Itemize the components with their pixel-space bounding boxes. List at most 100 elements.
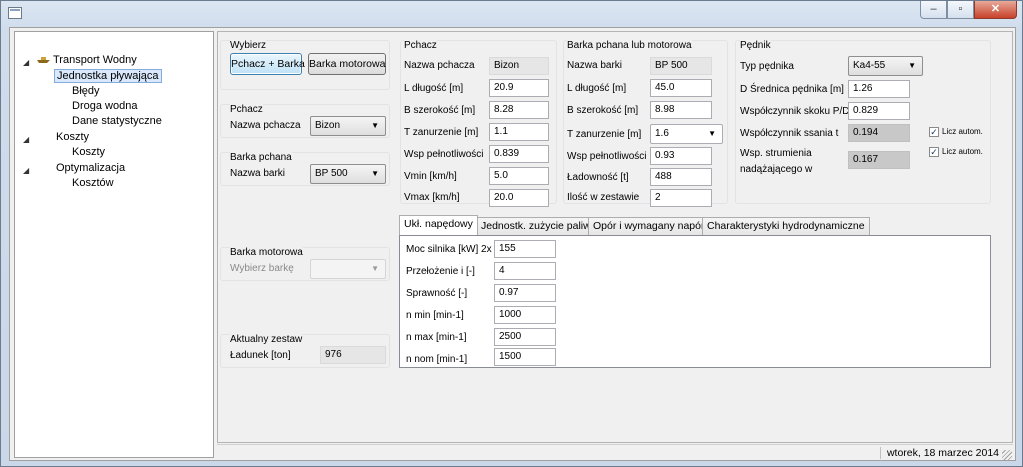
pchacz-wsp-label: Wsp pełnotliwości [404,149,484,160]
resize-grip-icon[interactable] [1002,450,1012,460]
wybierz-group-title: Wybierz [230,40,267,51]
barka-motorowa-title: Barka motorowa [230,247,303,258]
barka-nazwa-label: Nazwa barki [567,60,623,71]
barka-ladownosc-label: Ładowność [t] [567,172,629,183]
tree-item-koszty[interactable]: Koszty [72,146,105,158]
app-icon [8,7,22,19]
nazwa-pchacza-dropdown[interactable]: Bizon ▼ [310,116,386,136]
close-button[interactable]: ✕ [974,1,1017,19]
skok-input[interactable]: 0.829 [848,102,910,120]
pchacz-details-group: Pchacz Nazwa pchacza Bizon L długość [m]… [400,40,557,207]
pchacz-details-title: Pchacz [404,40,437,51]
status-date: wtorek, 18 marzec 2014 [879,447,999,459]
tree-expand-icon[interactable]: ◢ [23,135,29,144]
sprawnosc-label: Sprawność [-] [406,288,468,299]
barka-dlugosc-input[interactable]: 45.0 [650,79,712,97]
nmax-label: n max [min-1] [406,332,467,343]
tree-item-label: Kosztów [72,177,114,189]
tab-charakterystyki[interactable]: Charakterystyki hydrodynamiczne [702,217,870,235]
tree-item-optymalizacja[interactable]: Optymalizacja [56,162,125,174]
pchacz-nazwa-label: Nazwa pchacza [404,60,475,71]
main-panel: Wybierz Pchacz + Barka Barka motorowa Pc… [217,31,1013,443]
strumienia-value: 0.167 [848,151,910,169]
barka-zanurzenie-dropdown[interactable]: 1.6 ▼ [650,124,723,144]
pchacz-vmin-input[interactable]: 5.0 [489,167,549,185]
barka-motorowa-button[interactable]: Barka motorowa [308,53,386,75]
pednik-title: Pędnik [740,40,771,51]
barka-pchana-select-group: Barka pchana Nazwa barki BP 500 ▼ [220,152,390,186]
tree-item-dane-statystyczne[interactable]: Dane statystyczne [72,115,162,127]
chevron-down-icon: ▼ [908,61,916,70]
ssania-auto-checkbox[interactable]: ✓ [929,127,939,137]
wybierz-barke-label: Wybierz barkę [230,263,294,274]
tree-item-label: Jednostka pływająca [57,70,159,82]
barka-ilosc-input[interactable]: 2 [650,189,712,207]
pchacz-szerokosc-input[interactable]: 8.28 [489,101,549,119]
ladunek-value: 976 [320,346,386,364]
pchacz-zanurzenie-label: T zanurzenie [m] [404,127,479,138]
barka-nazwa-value: BP 500 [650,57,712,75]
tab-panel-ukl-napedowy: Moc silnika [kW] 2x 155 Przełożenie i [-… [399,235,991,368]
przelozenie-input[interactable]: 4 [494,262,556,280]
sprawnosc-input[interactable]: 0.97 [494,284,556,302]
tab-opor-napor[interactable]: Opór i wymagany napór [588,217,710,235]
barka-motorowa-group: Barka motorowa Wybierz barkę ▼ [220,247,390,281]
aktualny-zestaw-title: Aktualny zestaw [230,334,303,345]
maximize-button[interactable]: ▫ [947,1,974,19]
barka-ladownosc-input[interactable]: 488 [650,168,712,186]
status-bar: wtorek, 18 marzec 2014 [217,444,1013,461]
tree-item-label: Droga wodna [72,100,138,112]
tree-item-jednostka-plywajaca[interactable]: Jednostka pływająca [54,69,162,83]
client-area: ◢ Transport Wodny Jednostka pływająca Bł… [9,27,1016,461]
pchacz-select-title: Pchacz [230,104,263,115]
pchacz-dlugosc-input[interactable]: 20.9 [489,79,549,97]
moc-input[interactable]: 155 [494,240,556,258]
tree-item-droga-wodna[interactable]: Droga wodna [72,100,137,112]
tree-item-transport-wodny[interactable]: Transport Wodny [36,54,137,66]
pchacz-vmin-label: Vmin [km/h] [404,171,457,182]
strumienia-auto-checkbox[interactable]: ✓ [929,147,939,157]
barka-szerokosc-input[interactable]: 8.98 [650,101,712,119]
nmin-input[interactable]: 1000 [494,306,556,324]
pchacz-zanurzenie-input[interactable]: 1.1 [489,123,549,141]
moc-label: Moc silnika [kW] 2x [406,244,492,255]
pchacz-vmax-input[interactable]: 20.0 [489,189,549,207]
window-controls: ‒ ▫ ✕ [920,1,1017,19]
wybierz-barke-dropdown[interactable]: ▼ [310,259,386,279]
barka-wsp-input[interactable]: 0.93 [650,147,712,165]
nnom-input[interactable]: 1500 [494,348,556,366]
pchacz-barka-button[interactable]: Pchacz + Barka [230,53,305,75]
tree-expand-icon[interactable]: ◢ [23,58,29,67]
nmax-input[interactable]: 2500 [494,328,556,346]
tree-item-label: Błędy [72,85,100,97]
minimize-button[interactable]: ‒ [920,1,947,19]
pchacz-wsp-input[interactable]: 0.839 [489,145,549,163]
wybierz-group: Wybierz Pchacz + Barka Barka motorowa [220,40,390,90]
tree-item-label: Koszty [56,131,90,143]
ladunek-label: Ładunek [ton] [230,350,291,361]
barka-dlugosc-label: L długość [m] [567,83,627,94]
tree-item-label: Dane statystyczne [72,115,162,127]
tree-item-label: Optymalizacja [56,162,126,174]
srednica-input[interactable]: 1.26 [848,80,910,98]
chevron-down-icon: ▼ [708,129,716,138]
tree-item-koszty-group[interactable]: Koszty [56,131,89,143]
tab-ukl-napedowy[interactable]: Ukł. napędowy [399,215,478,235]
pchacz-select-group: Pchacz Nazwa pchacza Bizon ▼ [220,104,390,138]
typ-pednika-dropdown[interactable]: Ka4-55 ▼ [848,56,923,76]
tree-item-bledy[interactable]: Błędy [72,85,100,97]
tab-zuzycie-paliwa[interactable]: Jednostk. zużycie paliwa [476,217,602,235]
barka-wsp-label: Wsp pełnotliwości [567,151,647,162]
skok-label: Współczynnik skoku P/D [740,106,850,117]
aktualny-zestaw-group: Aktualny zestaw Ładunek [ton] 976 [220,334,390,368]
nazwa-barki-dropdown[interactable]: BP 500 ▼ [310,164,386,184]
strumienia-auto-label: Licz autom. [942,147,983,156]
barka-details-title: Barka pchana lub motorowa [567,40,692,51]
dropdown-value: Bizon [315,120,341,131]
tree-item-kosztow[interactable]: Kosztów [72,177,114,189]
tree-expand-icon[interactable]: ◢ [23,166,29,175]
barka-details-group: Barka pchana lub motorowa Nazwa barki BP… [563,40,728,207]
barka-zanurzenie-label: T zanurzenie [m] [567,129,642,140]
pchacz-vmax-label: Vmax [km/h] [404,192,460,203]
ship-icon [37,57,50,63]
